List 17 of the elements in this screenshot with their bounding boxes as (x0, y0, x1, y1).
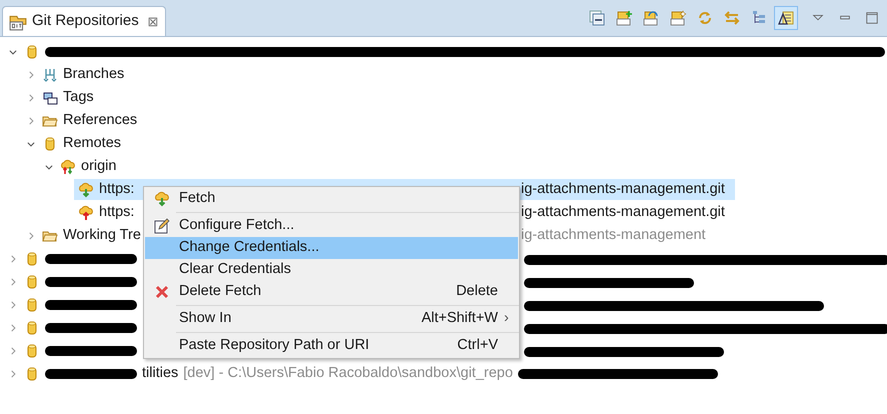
repository-name: tilities (142, 364, 178, 383)
shortcut-label: Delete (456, 282, 499, 302)
repository-path: [dev] - C:\Users\Fabio Racobaldo\sandbox\git_repo (183, 364, 513, 383)
menu-label: Delete Fetch (179, 282, 262, 302)
menu-label: Show In (179, 309, 232, 328)
view-title: Git Repositories (32, 11, 139, 32)
shortcut-label: Alt+Shift+W (421, 309, 499, 328)
tree-label: ig-attachments-management.git (521, 180, 725, 199)
menu-label: Change Credentials... (179, 238, 320, 258)
tree-label: ig-attachments-management.git (521, 202, 725, 222)
menu-label: Fetch (179, 189, 216, 208)
menu-label: Paste Repository Path or URI (179, 336, 370, 356)
menu-label: Clear Credentials (179, 260, 292, 280)
submenu-arrow-icon: › (504, 308, 518, 330)
menu-label: Configure Fetch... (179, 216, 296, 236)
shortcut-label: Ctrl+V (457, 336, 499, 356)
tree-label: ig-attachments-management (521, 226, 706, 245)
